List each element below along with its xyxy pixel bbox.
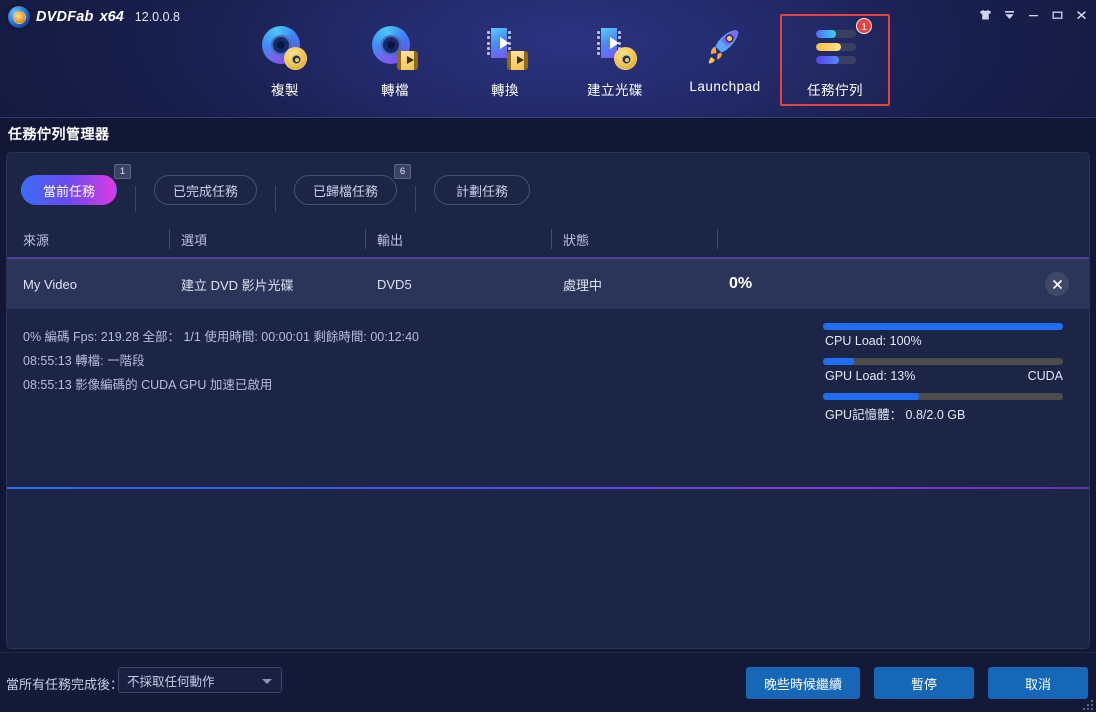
page-title: 任務佇列管理器 <box>8 124 110 144</box>
brand: DVDFab x64 12.0.0.8 <box>8 6 180 28</box>
tab-completed-tasks[interactable]: 已完成任務 <box>154 175 257 205</box>
cpu-load-bar <box>823 323 1063 330</box>
table-row[interactable]: My Video 建立 DVD 影片光碟 DVD5 處理中 0% <box>7 259 1089 309</box>
footer-buttons: 晚些時候繼續 暫停 取消 <box>746 667 1088 699</box>
gpu-memory-label: GPU記憶體： 0.8/2.0 GB <box>825 404 965 423</box>
maximize-icon[interactable] <box>1046 4 1068 26</box>
gpu-load-bar <box>823 358 1063 365</box>
table-header: 來源 選項 輸出 狀態 <box>7 221 1089 259</box>
window-controls <box>974 4 1092 26</box>
gpu-backend-label: CUDA <box>1028 369 1063 383</box>
title-bar: DVDFab x64 12.0.0.8 <box>0 0 1096 118</box>
pause-button[interactable]: 暫停 <box>874 667 974 699</box>
tab-current-tasks[interactable]: 當前任務 1 <box>21 175 117 205</box>
toolbar-item-converter[interactable]: 轉換 <box>450 14 560 106</box>
chevron-down-icon <box>262 679 272 684</box>
tab-divider <box>275 186 276 212</box>
column-header-status: 狀態 <box>551 220 717 258</box>
task-queue-panel: 當前任務 1 已完成任務 已歸檔任務 6 計劃任務 來源 選項 輸出 狀態 <box>6 152 1090 649</box>
dvdfab-logo-icon <box>8 6 30 28</box>
footer-bar: 當所有任務完成後： 不採取任何動作 晚些時候繼續 暫停 取消 <box>0 652 1096 712</box>
column-header-actions <box>717 220 1089 258</box>
brand-architecture: x64 <box>100 9 124 25</box>
after-all-tasks-select[interactable]: 不採取任何動作 <box>118 667 282 693</box>
cell-source: My Video <box>23 277 169 292</box>
close-icon[interactable] <box>1070 4 1092 26</box>
toolbar-item-creator[interactable]: 建立光碟 <box>560 14 670 106</box>
toolbar-label-launchpad: Launchpad <box>689 79 760 94</box>
skin-icon[interactable] <box>974 4 996 26</box>
cpu-load-label: CPU Load: 100% <box>825 334 922 348</box>
resize-grip[interactable] <box>1081 698 1093 710</box>
tab-badge-archived-tasks: 6 <box>394 164 411 179</box>
column-header-output: 輸出 <box>365 220 551 258</box>
column-header-source: 來源 <box>23 220 169 258</box>
tab-badge-current-tasks: 1 <box>114 164 131 179</box>
cell-option: 建立 DVD 影片光碟 <box>169 275 365 294</box>
log-line: 0% 編碼 Fps: 219.28 全部： 1/1 使用時間: 00:00:01… <box>23 325 803 349</box>
task-queue-bars-icon <box>812 24 858 70</box>
toolbar-label-creator: 建立光碟 <box>587 79 643 99</box>
log-line: 08:55:13 轉檔: 一階段 <box>23 349 803 373</box>
toolbar-label-ripper: 轉檔 <box>381 79 409 99</box>
toolbar-item-launchpad[interactable]: Launchpad <box>670 14 780 106</box>
task-queue-badge: 1 <box>856 18 872 34</box>
tab-scheduled-tasks[interactable]: 計劃任務 <box>434 175 530 205</box>
after-all-tasks-value: 不採取任何動作 <box>127 671 215 690</box>
ripper-disc-film-icon <box>372 24 418 70</box>
copy-disc-icon <box>262 24 308 70</box>
converter-film-icon <box>482 24 528 70</box>
brand-name: DVDFab <box>36 9 94 25</box>
log-line: 08:55:13 影像編碼的 CUDA GPU 加速已啟用 <box>23 373 803 397</box>
creator-film-disc-icon <box>592 24 638 70</box>
empty-task-area <box>7 489 1089 649</box>
tab-label-scheduled-tasks: 計劃任務 <box>456 181 508 200</box>
column-header-option: 選項 <box>169 220 365 258</box>
main-toolbar: 複製 轉檔 轉換 <box>230 14 890 106</box>
toolbar-label-converter: 轉換 <box>491 79 519 99</box>
rocket-icon <box>702 24 748 70</box>
toolbar-label-copy: 複製 <box>271 79 299 99</box>
gpu-load-label: GPU Load: 13% <box>825 369 915 383</box>
remove-task-button[interactable] <box>1045 272 1069 296</box>
system-meters: CPU Load: 100% GPU Load: 13% CUDA GPU記憶體… <box>823 323 1063 433</box>
gpu-load-meter: GPU Load: 13% CUDA <box>823 358 1063 389</box>
tab-label-current-tasks: 當前任務 <box>43 181 95 200</box>
cell-status: 處理中 <box>551 275 717 294</box>
cancel-button[interactable]: 取消 <box>988 667 1088 699</box>
task-detail-area: 0% 編碼 Fps: 219.28 全部： 1/1 使用時間: 00:00:01… <box>7 309 1089 489</box>
tab-divider <box>135 186 136 212</box>
tab-label-archived-tasks: 已歸檔任務 <box>313 181 378 200</box>
toolbar-item-ripper[interactable]: 轉檔 <box>340 14 450 106</box>
gpu-memory-meter: GPU記憶體： 0.8/2.0 GB <box>823 393 1063 429</box>
menu-icon[interactable] <box>998 4 1020 26</box>
after-all-tasks-label: 當所有任務完成後： <box>6 674 123 693</box>
gpu-memory-bar <box>823 393 1063 400</box>
tab-bar: 當前任務 1 已完成任務 已歸檔任務 6 計劃任務 <box>7 153 1089 221</box>
tab-archived-tasks[interactable]: 已歸檔任務 6 <box>294 175 397 205</box>
toolbar-label-task-queue: 任務佇列 <box>807 79 863 99</box>
dvdfab-window: DVDFab x64 12.0.0.8 <box>0 0 1096 712</box>
app-version: 12.0.0.8 <box>135 10 180 24</box>
cell-output: DVD5 <box>365 277 551 292</box>
toolbar-item-task-queue[interactable]: 1 任務佇列 <box>780 14 890 106</box>
tab-label-completed-tasks: 已完成任務 <box>173 181 238 200</box>
tab-divider <box>415 186 416 212</box>
task-log: 0% 編碼 Fps: 219.28 全部： 1/1 使用時間: 00:00:01… <box>23 325 803 397</box>
cell-progress: 0% <box>717 275 1089 293</box>
toolbar-item-copy[interactable]: 複製 <box>230 14 340 106</box>
minimize-icon[interactable] <box>1022 4 1044 26</box>
resume-later-button[interactable]: 晚些時候繼續 <box>746 667 860 699</box>
detail-separator <box>7 487 1089 489</box>
cpu-load-meter: CPU Load: 100% <box>823 323 1063 354</box>
